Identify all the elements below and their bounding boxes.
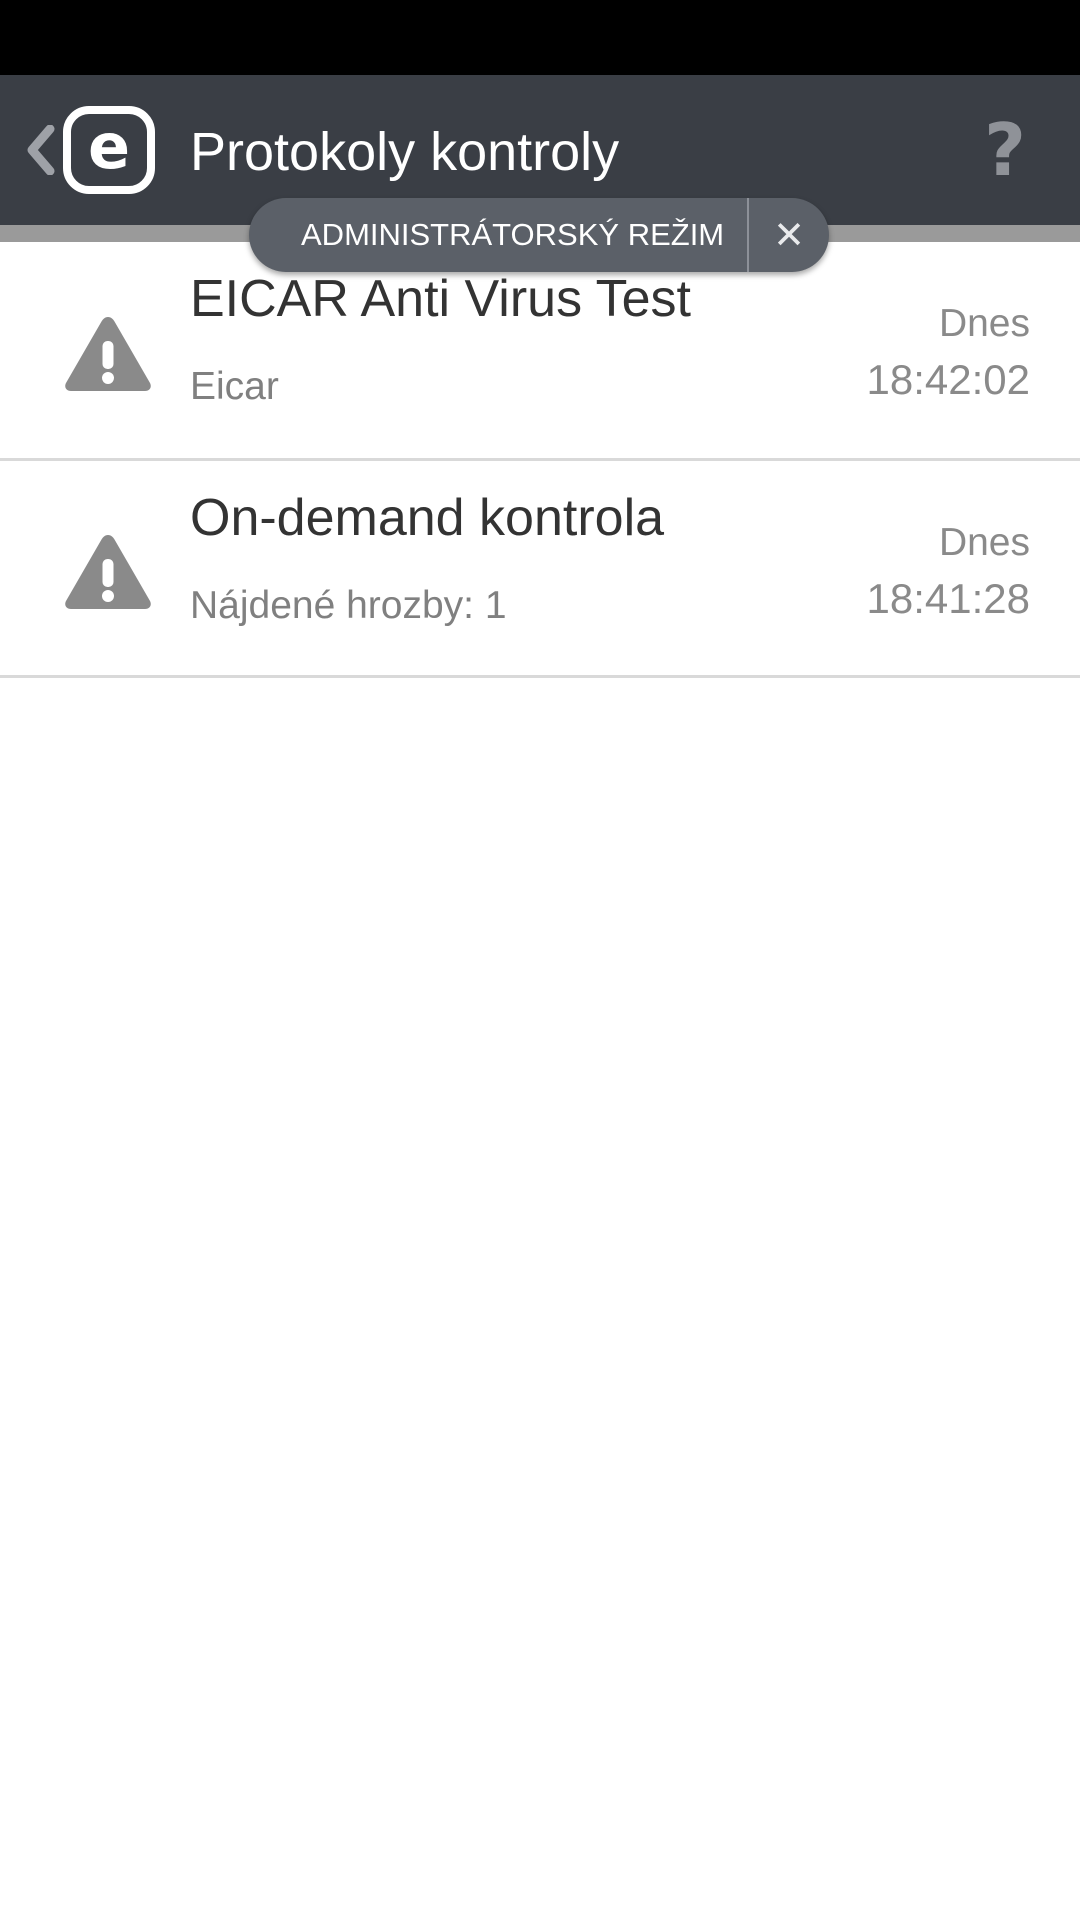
help-icon: ? bbox=[984, 108, 1026, 192]
page-title: Protokoly kontroly bbox=[190, 122, 620, 182]
back-button[interactable] bbox=[18, 115, 62, 185]
log-time: 18:41:28 bbox=[866, 575, 1031, 622]
eset-logo[interactable]: e bbox=[63, 106, 155, 194]
chevron-left-icon bbox=[27, 125, 55, 175]
log-subtitle: Eicar bbox=[190, 365, 279, 408]
log-time: 18:42:02 bbox=[866, 356, 1031, 403]
log-title: EICAR Anti Virus Test bbox=[190, 270, 691, 328]
log-row[interactable]: EICAR Anti Virus Test Eicar Dnes 18:42:0… bbox=[0, 242, 1080, 461]
log-title: On-demand kontrola bbox=[190, 489, 665, 547]
log-row[interactable]: On-demand kontrola Nájdené hrozby: 1 Dne… bbox=[0, 461, 1080, 678]
log-day: Dnes bbox=[938, 302, 1030, 345]
log-subtitle: Nájdené hrozby: 1 bbox=[190, 584, 507, 627]
warning-icon bbox=[65, 535, 151, 609]
logo-letter: e bbox=[87, 110, 131, 183]
help-button[interactable]: ? bbox=[970, 108, 1040, 193]
warning-icon bbox=[65, 317, 151, 391]
scan-log-list: EICAR Anti Virus Test Eicar Dnes 18:42:0… bbox=[0, 242, 1080, 678]
log-day: Dnes bbox=[938, 521, 1030, 564]
status-bar bbox=[0, 0, 1080, 75]
